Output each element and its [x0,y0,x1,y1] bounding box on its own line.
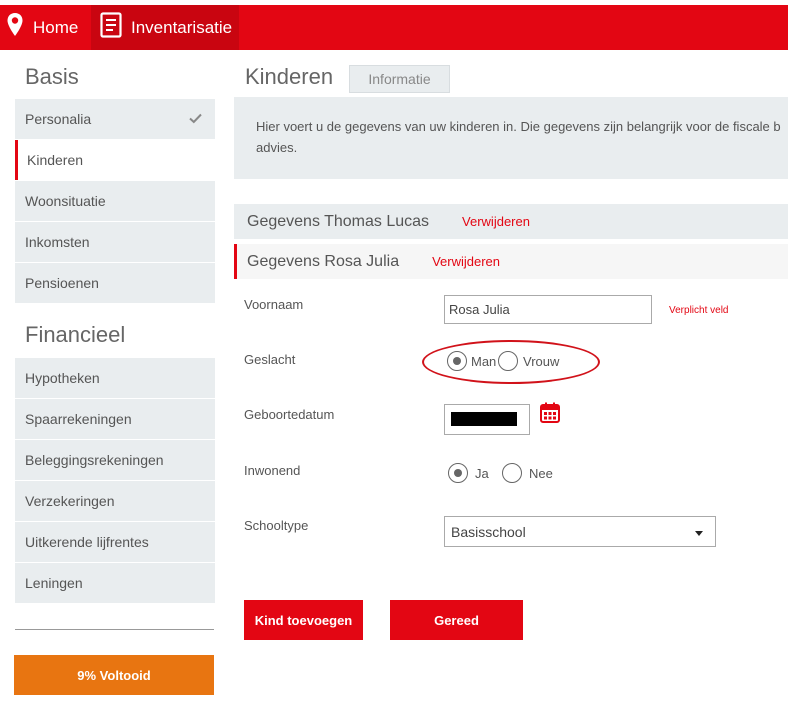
geslacht-option-vrouw[interactable]: Vrouw [498,351,559,371]
child-section-rosa-julia[interactable]: Gegevens Rosa Julia Verwijderen [234,244,788,279]
sidebar-item-beleggingsrekeningen[interactable]: Beleggingsrekeningen [15,440,215,480]
sidebar-item-leningen[interactable]: Leningen [15,563,215,603]
geboortedatum-label: Geboortedatum [244,407,335,422]
schooltype-label: Schooltype [244,518,309,533]
add-child-button-label: Kind toevoegen [254,612,353,628]
geslacht-label: Geslacht [244,352,296,367]
inwonend-option-ja[interactable]: Ja [448,463,489,483]
sidebar-item-personalia[interactable]: Personalia [15,99,215,139]
voornaam-label: Voornaam [244,297,304,312]
sidebar-item-woonsituatie[interactable]: Woonsituatie [15,181,215,221]
info-text: Hier voert u de gegevens van uw kinderen… [256,119,781,155]
sidebar-heading-basis: Basis [25,64,79,89]
schooltype-select[interactable]: Basisschool [444,516,716,547]
add-child-button[interactable]: Kind toevoegen [244,600,363,640]
calendar-icon[interactable] [540,402,560,428]
sidebar-item-hypotheken[interactable]: Hypotheken [15,358,215,398]
sidebar-item-label: Beleggingsrekeningen [25,452,164,468]
sidebar-item-label: Woonsituatie [25,193,106,209]
nav-home-label: Home [33,17,79,37]
info-panel: Hier voert u de gegevens van uw kinderen… [234,97,788,179]
geboortedatum-input[interactable] [444,404,530,435]
top-navigation-bar: Home Inventarisatie [0,5,788,50]
sidebar-item-label: Spaarrekeningen [25,411,132,427]
geslacht-option-man[interactable]: Man [447,351,496,371]
nav-inventarisatie-label: Inventarisatie [131,17,233,37]
schooltype-value: Basisschool [451,523,526,540]
sidebar-item-kinderen[interactable]: Kinderen [15,140,215,180]
sidebar-item-label: Verzekeringen [25,493,115,509]
radio-label: Vrouw [523,353,560,369]
page-title: Kinderen [245,64,334,89]
voornaam-input[interactable] [444,295,652,324]
child-section-thomas-lucas[interactable]: Gegevens Thomas Lucas Verwijderen [234,204,788,239]
sidebar-list-financieel: Hypotheken Spaarrekeningen Beleggingsrek… [15,358,215,604]
sidebar-item-verzekeringen[interactable]: Verzekeringen [15,481,215,521]
sidebar-item-label: Leningen [25,575,83,591]
progress-badge: 9% Voltooid [14,655,214,695]
inwonend-option-nee[interactable]: Nee [502,463,553,483]
sidebar-list-basis: Personalia Kinderen Woonsituatie Inkomst… [15,99,215,304]
sidebar-item-label: Inkomsten [25,234,90,250]
progress-label: 9% Voltooid [77,667,151,683]
document-icon [100,12,122,43]
sidebar-heading-financieel: Financieel [25,322,126,347]
radio-label: Man [471,353,497,369]
checkmark-icon [189,111,202,127]
sidebar-item-label: Uitkerende lijfrentes [25,534,149,550]
sidebar-item-spaarrekeningen[interactable]: Spaarrekeningen [15,399,215,439]
delete-child-link[interactable]: Verwijderen [432,254,500,269]
child-section-title: Gegevens Rosa Julia [247,252,400,270]
dropdown-caret-icon [695,531,703,536]
required-field-note: Verplicht veld [669,305,729,316]
radio-label: Nee [529,465,553,481]
radio-button[interactable] [448,463,468,483]
done-button[interactable]: Gereed [390,600,523,640]
delete-child-link[interactable]: Verwijderen [462,214,530,229]
redacted-date-value [451,412,517,426]
radio-button[interactable] [502,463,522,483]
inwonend-label: Inwonend [244,463,301,478]
info-tab-button[interactable]: Informatie [349,65,450,93]
sidebar-divider [15,629,214,630]
radio-button[interactable] [498,351,518,371]
radio-button[interactable] [447,351,467,371]
child-section-title: Gegevens Thomas Lucas [247,212,430,230]
done-button-label: Gereed [434,612,479,628]
info-tab-label: Informatie [368,71,431,87]
sidebar-item-label: Hypotheken [25,370,100,386]
sidebar-item-pensioenen[interactable]: Pensioenen [15,263,215,303]
sidebar-item-label: Kinderen [27,152,84,168]
sidebar-item-uitkerende-lijfrentes[interactable]: Uitkerende lijfrentes [15,522,215,562]
sidebar-item-label: Personalia [25,111,92,127]
radio-label: Ja [475,465,489,481]
location-pin-icon [6,12,24,43]
nav-inventarisatie[interactable]: Inventarisatie [91,5,239,50]
sidebar-item-label: Pensioenen [25,275,99,291]
nav-home[interactable]: Home [0,5,78,50]
sidebar-item-inkomsten[interactable]: Inkomsten [15,222,215,262]
